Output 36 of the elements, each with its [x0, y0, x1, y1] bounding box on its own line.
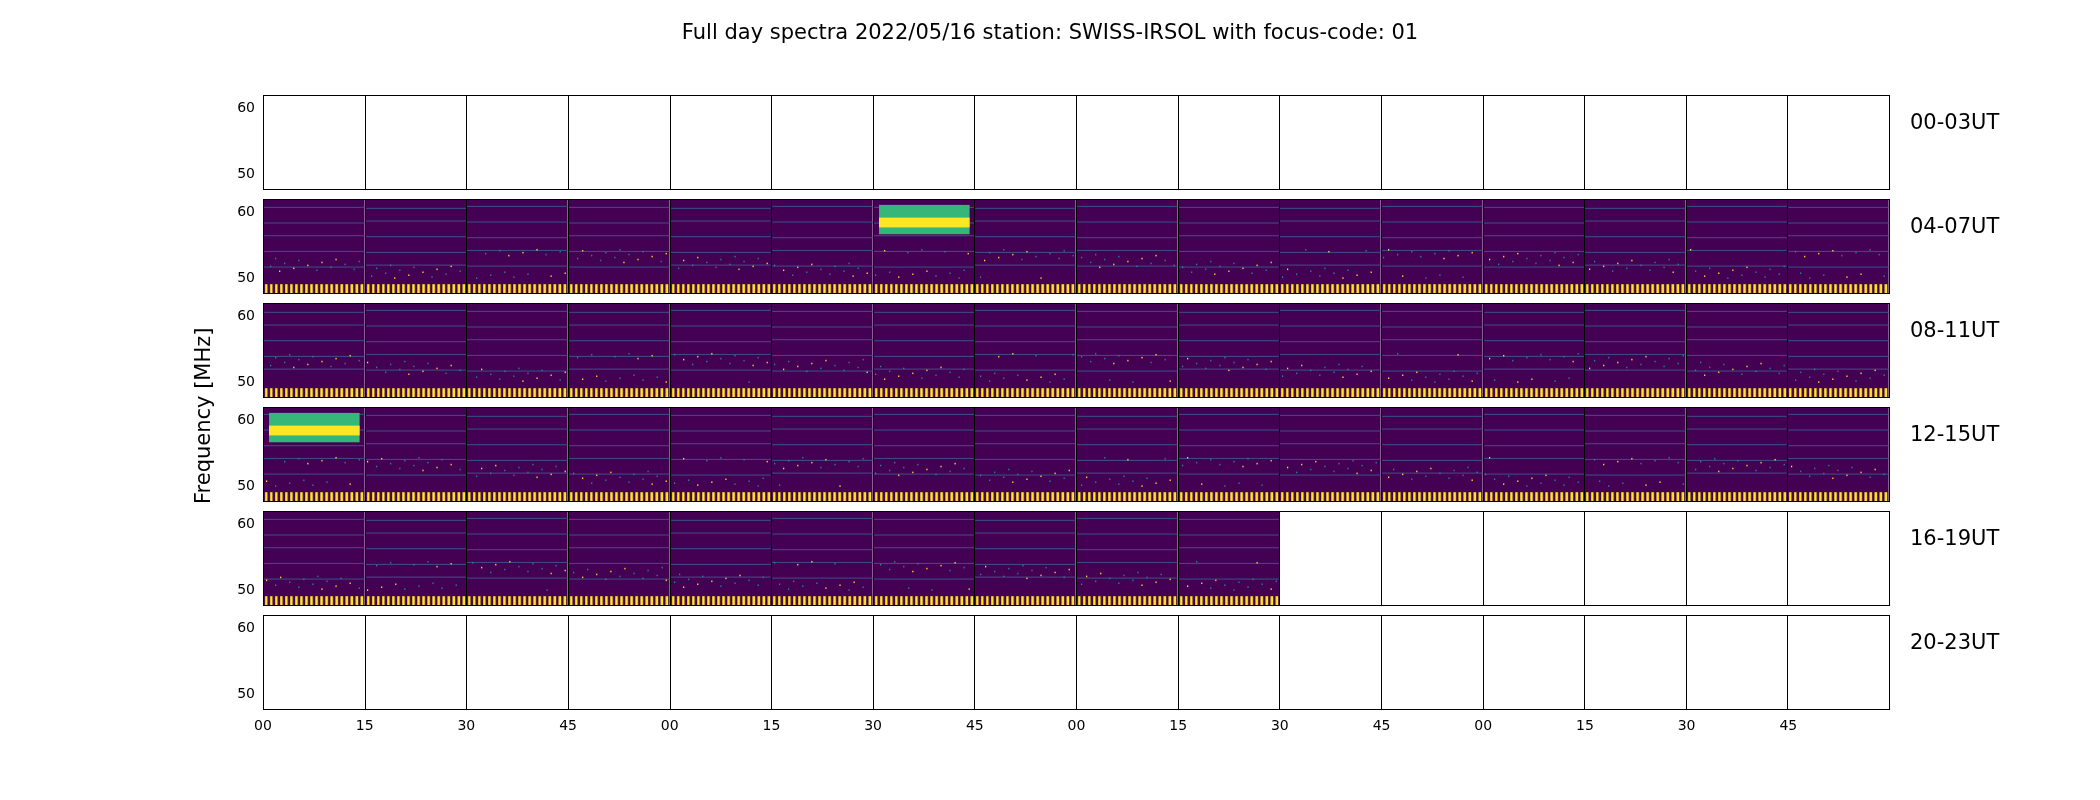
tick-label: 50 — [237, 581, 255, 597]
tick-label: 30 — [864, 716, 883, 735]
row-label: 16-19UT — [1910, 526, 2000, 550]
axis-label: Frequency [MHz] — [190, 327, 217, 505]
tick-label: 30 — [1270, 716, 1289, 735]
tick-label: 60 — [237, 203, 255, 219]
row-label: 20-23UT — [1910, 630, 2000, 654]
tick-label: 60 — [237, 99, 255, 115]
tick-label: 50 — [237, 373, 255, 389]
tick-label: 00 — [660, 716, 679, 735]
row-label: 00-03UT — [1910, 110, 2000, 134]
row-label: 12-15UT — [1910, 422, 2000, 446]
tick-label: 60 — [237, 411, 255, 427]
tick-label: 45 — [1372, 716, 1391, 735]
tick-label: 15 — [1169, 716, 1188, 735]
tick-label: 60 — [237, 515, 255, 531]
tick-label: 50 — [237, 685, 255, 701]
tick-label: 00 — [1474, 716, 1493, 735]
tick-label: 45 — [1779, 716, 1798, 735]
tick-label: 50 — [237, 477, 255, 493]
row-label: 08-11UT — [1910, 318, 2000, 342]
figure-title: Full day spectra 2022/05/16 station: SWISS-IRSOL with focus-code: 01 — [681, 18, 1419, 46]
tick-label: 50 — [237, 165, 255, 181]
tick-label: 45 — [559, 716, 577, 735]
tick-label: 00 — [254, 716, 272, 735]
tick-label: 15 — [1576, 716, 1594, 735]
tick-label: 50 — [237, 269, 255, 285]
tick-label: 60 — [237, 307, 255, 323]
tick-label: 30 — [457, 716, 476, 735]
tick-label: 00 — [1067, 716, 1086, 735]
tick-label: 30 — [1677, 716, 1696, 735]
tick-label: 15 — [762, 716, 781, 735]
tick-label: 15 — [355, 716, 374, 735]
tick-label: 60 — [237, 619, 255, 635]
row-label: 04-07UT — [1910, 214, 2000, 238]
tick-label: 45 — [965, 716, 984, 735]
